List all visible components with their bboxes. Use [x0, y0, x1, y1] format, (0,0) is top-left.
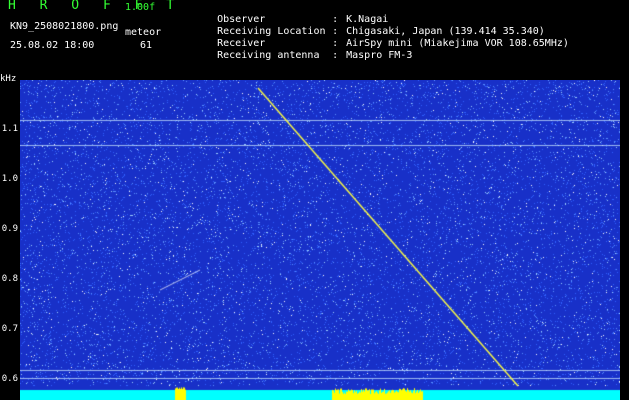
meta-key: Receiving antenna	[217, 50, 320, 61]
meta-separator: :	[332, 50, 339, 61]
spectrogram-plot	[20, 80, 620, 400]
app-title: H R O F F T	[8, 0, 183, 13]
frequency-unit-label: kHz	[0, 74, 17, 84]
meta-separator: :	[332, 14, 339, 25]
meta-separator: :	[332, 26, 339, 37]
observation-metadata: Observer: K.Nagai Receiving Location: Chig…	[181, 3, 569, 61]
y-tick-label: 0.9	[1, 224, 18, 234]
y-tick-label: 0.6	[1, 374, 18, 384]
meta-separator: :	[332, 38, 339, 49]
meta-value: AirSpy mini (Miakejima VOR 108.65MHz)	[346, 38, 569, 49]
meta-key: Receiving Location	[217, 26, 326, 37]
meta-row-observer: Observer: K.Nagai	[181, 3, 569, 25]
y-tick-label: 0.7	[1, 324, 18, 334]
filename-label: KN9_2508021800.png	[10, 21, 119, 32]
meta-value: Chigasaki, Japan (139.414 35.340)	[346, 26, 545, 37]
meta-value: Maspro FM-3	[346, 50, 413, 61]
meteor-count: 61	[140, 40, 153, 51]
hrofft-window: H R O F F T 1.00f KN9_2508021800.png met…	[0, 0, 629, 400]
version-label: 1.00f	[125, 2, 156, 13]
meta-key: Receiver	[217, 38, 266, 49]
datetime-label: 25.08.02 18:00	[10, 40, 95, 51]
y-tick-label: 1.1	[1, 124, 18, 134]
y-tick-label: 0.8	[1, 274, 18, 284]
meteor-label: meteor	[125, 27, 162, 38]
y-tick-label: 1.0	[1, 174, 18, 184]
meta-key: Observer	[217, 14, 266, 25]
meta-value: K.Nagai	[346, 14, 389, 25]
